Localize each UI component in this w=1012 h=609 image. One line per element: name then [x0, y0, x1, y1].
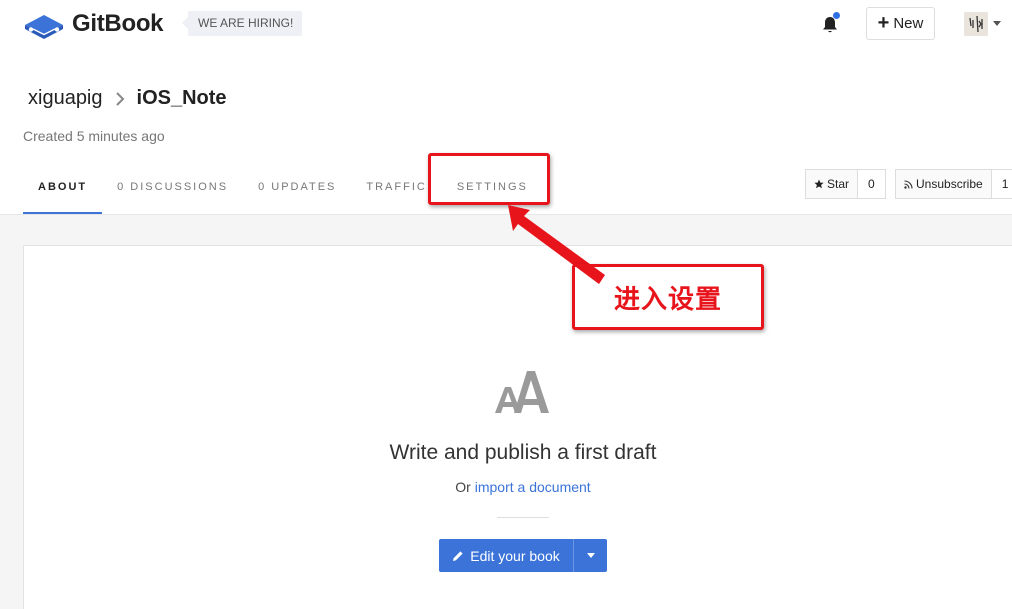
gitbook-logo[interactable]: GitBook — [22, 8, 164, 40]
subscribe-control: Unsubscribe 1 — [895, 169, 1012, 199]
breadcrumb-user[interactable]: xiguapig — [28, 87, 103, 110]
book-icon — [25, 15, 63, 39]
edit-book-label: Edit your book — [470, 547, 560, 564]
unsubscribe-label: Unsubscribe — [916, 177, 983, 191]
edit-book-button-group: Edit your book — [439, 539, 607, 572]
chevron-right-icon — [115, 91, 124, 106]
star-count: 0 — [858, 169, 886, 199]
annotation-highlight-box — [428, 153, 550, 205]
divider — [497, 517, 549, 518]
avatar[interactable] — [964, 12, 988, 36]
edit-book-button[interactable]: Edit your book — [439, 539, 573, 572]
edit-options-dropdown[interactable] — [573, 539, 607, 572]
rss-icon — [904, 179, 913, 189]
chevron-down-icon[interactable] — [993, 21, 1001, 26]
import-document-link[interactable]: import a document — [475, 479, 591, 495]
tab-about[interactable]: ABOUT — [23, 170, 103, 215]
created-timestamp: Created 5 minutes ago — [23, 128, 165, 144]
star-control: Star 0 — [805, 169, 886, 199]
new-button-label: New — [893, 15, 924, 32]
star-icon — [814, 179, 824, 189]
tab-discussions[interactable]: 0 DISCUSSIONS — [102, 170, 243, 215]
new-button[interactable]: + New — [866, 7, 935, 40]
star-label: Star — [827, 177, 850, 191]
avatar-image — [964, 12, 988, 36]
pencil-icon — [453, 550, 463, 561]
notification-dot — [833, 12, 840, 19]
top-bar: GitBook WE ARE HIRING! + New — [0, 0, 1012, 48]
hiring-badge[interactable]: WE ARE HIRING! — [181, 11, 303, 36]
subscriber-count: 1 — [991, 169, 1012, 199]
empty-state-headline: Write and publish a first draft — [389, 441, 657, 464]
chevron-down-icon — [586, 553, 595, 558]
empty-state-subline: Or import a document — [0, 479, 1012, 495]
font-size-icon — [495, 371, 549, 413]
annotation-label: 进入设置 — [572, 264, 764, 330]
breadcrumb: xiguapig iOS_Note — [28, 87, 227, 110]
star-button[interactable]: Star — [805, 169, 859, 199]
logo-text: GitBook — [72, 10, 164, 37]
unsubscribe-button[interactable]: Unsubscribe — [895, 169, 992, 199]
breadcrumb-book[interactable]: iOS_Note — [137, 87, 227, 110]
tab-updates[interactable]: 0 UPDATES — [243, 170, 351, 215]
plus-icon: + — [877, 11, 890, 34]
subline-prefix: Or — [455, 479, 471, 495]
notifications-button[interactable] — [822, 12, 840, 34]
